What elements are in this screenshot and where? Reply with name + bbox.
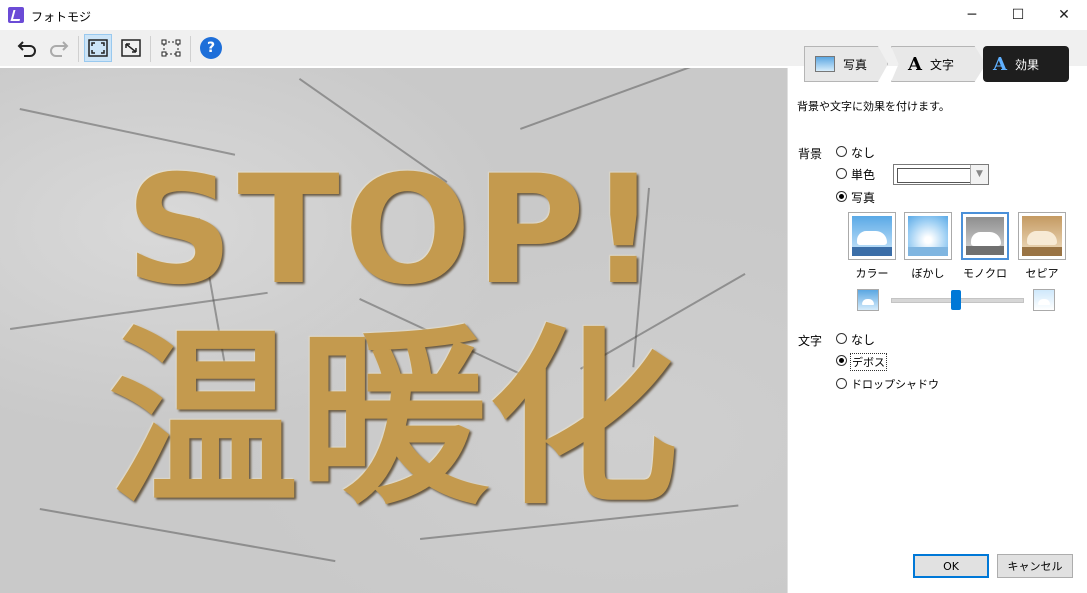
effect-a-icon: A xyxy=(993,53,1007,75)
less-effect-icon xyxy=(857,289,879,311)
title-bar: フォトモジ ─ ☐ ✕ xyxy=(0,0,1087,30)
chevron-down-icon[interactable]: ▼ xyxy=(970,165,988,184)
style-color-thumb[interactable] xyxy=(848,212,896,260)
text-dropshadow-label[interactable]: ドロップシャドウ xyxy=(851,376,939,392)
fit-view-icon[interactable] xyxy=(84,34,112,62)
style-color-label: カラー xyxy=(855,267,889,280)
photo-icon xyxy=(815,56,835,72)
text-deboss-label[interactable]: デボス xyxy=(850,353,887,371)
text-a-icon: A xyxy=(908,53,922,75)
panel-description: 背景や文字に効果を付けます。 xyxy=(797,100,950,113)
style-blur-label: ぼかし xyxy=(911,267,945,280)
bg-solid-radio[interactable] xyxy=(836,168,847,179)
help-icon[interactable]: ? xyxy=(197,34,225,62)
step-photo[interactable]: 写真 xyxy=(804,46,888,82)
style-mono-label: モノクロ xyxy=(963,267,1007,280)
style-sepia-label: セピア xyxy=(1025,267,1059,280)
text-effect-label: 文字 xyxy=(798,334,823,348)
close-button[interactable]: ✕ xyxy=(1041,0,1087,30)
step-text-label: 文字 xyxy=(929,57,954,72)
effects-panel xyxy=(787,68,1087,593)
bg-none-label[interactable]: なし xyxy=(851,144,875,161)
bg-none-radio[interactable] xyxy=(836,146,847,157)
maximize-button[interactable]: ☐ xyxy=(995,0,1041,30)
toolbar-separator xyxy=(190,36,191,62)
preview-canvas[interactable]: STOP! 温暖化 xyxy=(0,68,787,593)
style-sepia-thumb[interactable] xyxy=(1018,212,1066,260)
style-blur-thumb[interactable] xyxy=(904,212,952,260)
bg-solid-label[interactable]: 単色 xyxy=(851,166,875,183)
text-deboss-radio[interactable] xyxy=(836,355,847,366)
step-effect[interactable]: A 効果 xyxy=(983,46,1069,82)
step-effect-label: 効果 xyxy=(1014,57,1039,72)
app-icon xyxy=(8,7,24,23)
bg-photo-radio[interactable] xyxy=(836,191,847,202)
color-picker[interactable]: ▼ xyxy=(893,164,989,185)
text-dropshadow-radio[interactable] xyxy=(836,378,847,389)
subhead-text: 温暖化 xyxy=(108,309,679,530)
slider-handle[interactable] xyxy=(951,290,961,310)
toolbar-separator xyxy=(150,36,151,62)
actual-size-icon[interactable] xyxy=(117,34,145,62)
redo-icon[interactable] xyxy=(45,34,73,62)
color-swatch xyxy=(897,168,971,183)
toolbar-separator xyxy=(78,36,79,62)
text-none-label[interactable]: なし xyxy=(851,331,875,348)
bg-photo-label[interactable]: 写真 xyxy=(851,189,875,206)
more-effect-icon xyxy=(1033,289,1055,311)
headline-text: STOP! xyxy=(125,144,662,318)
step-photo-label: 写真 xyxy=(843,57,868,72)
crop-icon[interactable] xyxy=(157,34,185,62)
style-mono-thumb[interactable] xyxy=(961,212,1009,260)
step-text[interactable]: A 文字 xyxy=(891,46,986,82)
background-label: 背景 xyxy=(798,147,823,161)
ok-button[interactable]: OK xyxy=(913,554,989,578)
text-none-radio[interactable] xyxy=(836,333,847,344)
window-title: フォトモジ xyxy=(31,10,92,24)
undo-icon[interactable] xyxy=(13,34,41,62)
minimize-button[interactable]: ─ xyxy=(949,0,995,30)
cancel-button[interactable]: キャンセル xyxy=(997,554,1073,578)
